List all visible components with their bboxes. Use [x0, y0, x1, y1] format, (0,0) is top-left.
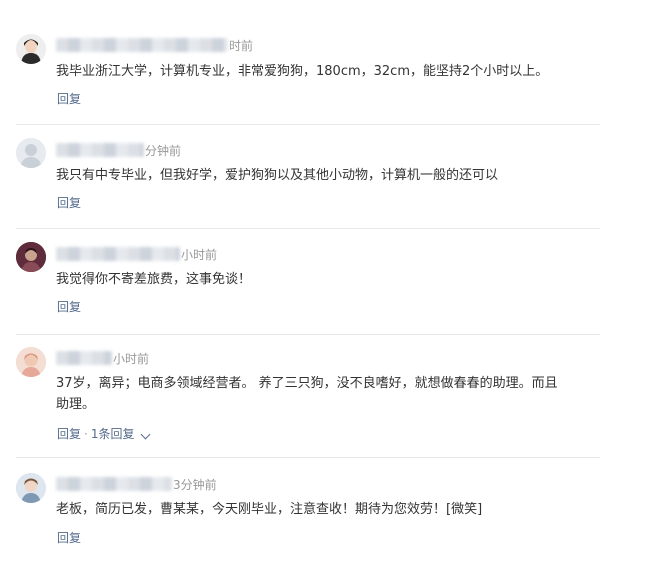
comment-actions: 回复 — [57, 90, 81, 107]
username-blurred[interactable] — [56, 143, 144, 157]
divider — [16, 228, 600, 229]
comment-text-line: 助理。 — [56, 397, 96, 412]
user-avatar-icon — [16, 242, 46, 272]
separator-dot: · — [84, 426, 88, 441]
comment-text: 37岁，离异；电商多领域经营者。 养了三只狗，没不良嗜好，就想做春春的助理。而且… — [56, 373, 641, 415]
comment-meta: 小时前 — [56, 349, 149, 367]
comment-time: 小时前 — [181, 247, 218, 262]
view-replies-button[interactable]: 1条回复 — [90, 425, 151, 442]
comment-meta: 分钟前 — [56, 141, 181, 159]
chevron-down-icon — [140, 429, 151, 440]
reply-button[interactable]: 回复 — [57, 194, 81, 211]
comment-actions: 回复 · 1条回复 — [57, 425, 151, 442]
user-avatar-icon — [16, 34, 46, 64]
divider — [16, 457, 600, 458]
username-blurred[interactable] — [56, 477, 172, 491]
divider — [16, 334, 600, 335]
comment-text: 我毕业浙江大学，计算机专业，非常爱狗狗，180cm，32cm，能坚持2个小时以上… — [56, 64, 549, 79]
comment-text: 我觉得你不寄差旅费，这事免谈！ — [56, 272, 252, 287]
comment-time: 3分钟前 — [173, 477, 217, 492]
avatar[interactable] — [16, 138, 46, 168]
avatar[interactable] — [16, 34, 46, 64]
comment-actions: 回复 — [57, 194, 81, 211]
comment-meta: 小时前 — [56, 245, 217, 263]
comment-meta: 时前 — [56, 36, 253, 54]
avatar[interactable] — [16, 347, 46, 377]
reply-button[interactable]: 回复 — [57, 529, 81, 546]
comment-text: 我只有中专毕业，但我好学，爱护狗狗以及其他小动物，计算机一般的还可以 — [56, 168, 499, 183]
comment-text-line: 37岁，离异；电商多领域经营者。 养了三只狗，没不良嗜好，就想做春春的助理。而且 — [56, 376, 558, 391]
reply-button[interactable]: 回复 — [57, 298, 81, 315]
username-blurred[interactable] — [56, 247, 180, 261]
user-avatar-icon — [16, 347, 46, 377]
username-blurred[interactable] — [56, 38, 228, 52]
comment-meta: 3分钟前 — [56, 475, 217, 493]
view-replies-label: 1条回复 — [90, 427, 135, 441]
comment-actions: 回复 — [57, 529, 81, 546]
reply-button[interactable]: 回复 — [57, 90, 81, 107]
divider — [16, 124, 600, 125]
comment-actions: 回复 — [57, 298, 81, 315]
username-blurred[interactable] — [56, 351, 112, 365]
comment-time: 时前 — [229, 38, 254, 53]
comment-text: 老板，简历已发，曹某某，今天刚毕业，注意查收！期待为您效劳！[微笑] — [56, 502, 483, 517]
avatar[interactable] — [16, 473, 46, 503]
comment-time: 小时前 — [113, 351, 150, 366]
comment-time: 分钟前 — [145, 143, 182, 158]
user-avatar-icon — [16, 138, 46, 168]
avatar[interactable] — [16, 242, 46, 272]
user-avatar-icon — [16, 473, 46, 503]
reply-button[interactable]: 回复 — [57, 425, 81, 442]
